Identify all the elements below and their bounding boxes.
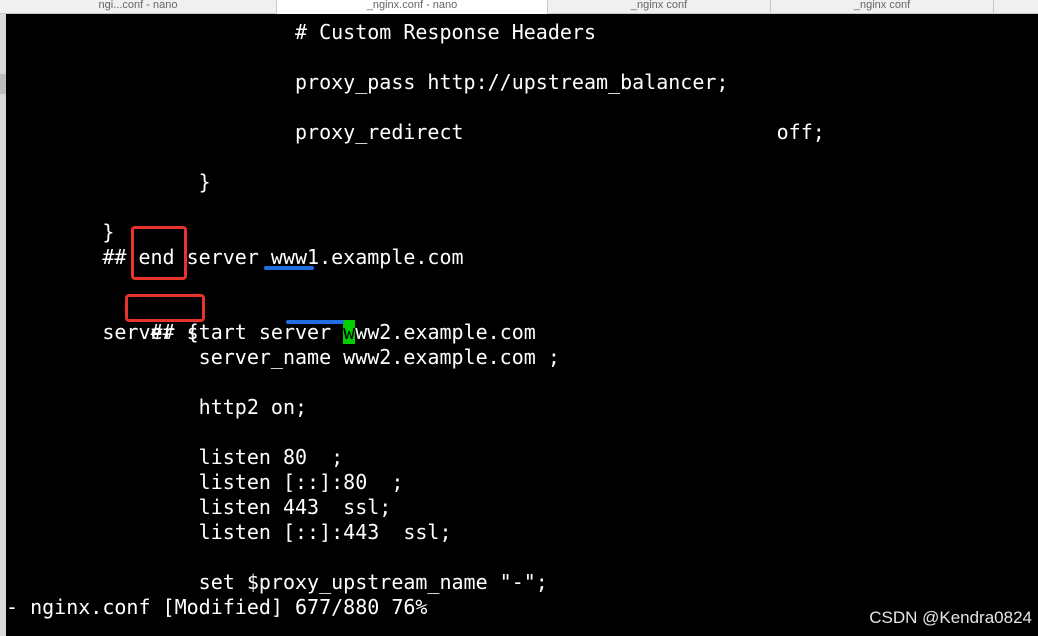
tab-4[interactable]: _nginx conf (771, 0, 994, 14)
editor-line: server_name www2.example.com ; (6, 345, 560, 369)
tab-bar: ngi...conf - nano _nginx.conf - nano _ng… (0, 0, 1038, 14)
editor-line: listen 80 ; (6, 445, 344, 469)
editor-line: } (6, 170, 211, 194)
cursor-line-after: ww2.example.com (355, 320, 536, 344)
csdn-watermark: CSDN @Kendra0824 (869, 608, 1032, 627)
tab-1[interactable]: ngi...conf - nano (0, 0, 277, 14)
editor-line: proxy_pass http://upstream_balancer; (6, 70, 729, 94)
tab-5[interactable] (994, 0, 1038, 14)
editor-line: } (6, 220, 115, 244)
editor-line: http2 on; (6, 395, 308, 419)
editor-line: listen [::]:80 ; (6, 470, 404, 494)
editor-line: server { (6, 320, 199, 344)
editor-line: set $proxy_upstream_name "-"; (6, 570, 548, 594)
editor-line: listen [::]:443 ssl; (6, 520, 452, 544)
terminal-editor[interactable]: # Custom Response Headers proxy_pass htt… (6, 14, 1038, 636)
editor-line: # Custom Response Headers (6, 20, 597, 44)
text-cursor: w (343, 320, 356, 344)
tab-2-active[interactable]: _nginx.conf - nano (277, 0, 548, 14)
editor-line-start-server: ## start server www2.example.com (6, 295, 536, 344)
editor-line-end-server: ## end server www1.example.com (6, 245, 464, 269)
editor-line: proxy_redirect off; (6, 120, 825, 144)
tab-3[interactable]: _nginx conf (548, 0, 771, 14)
editor-line: listen 443 ssl; (6, 495, 392, 519)
nano-status-bar: - nginx.conf [Modified] 677/880 76% (6, 595, 428, 619)
